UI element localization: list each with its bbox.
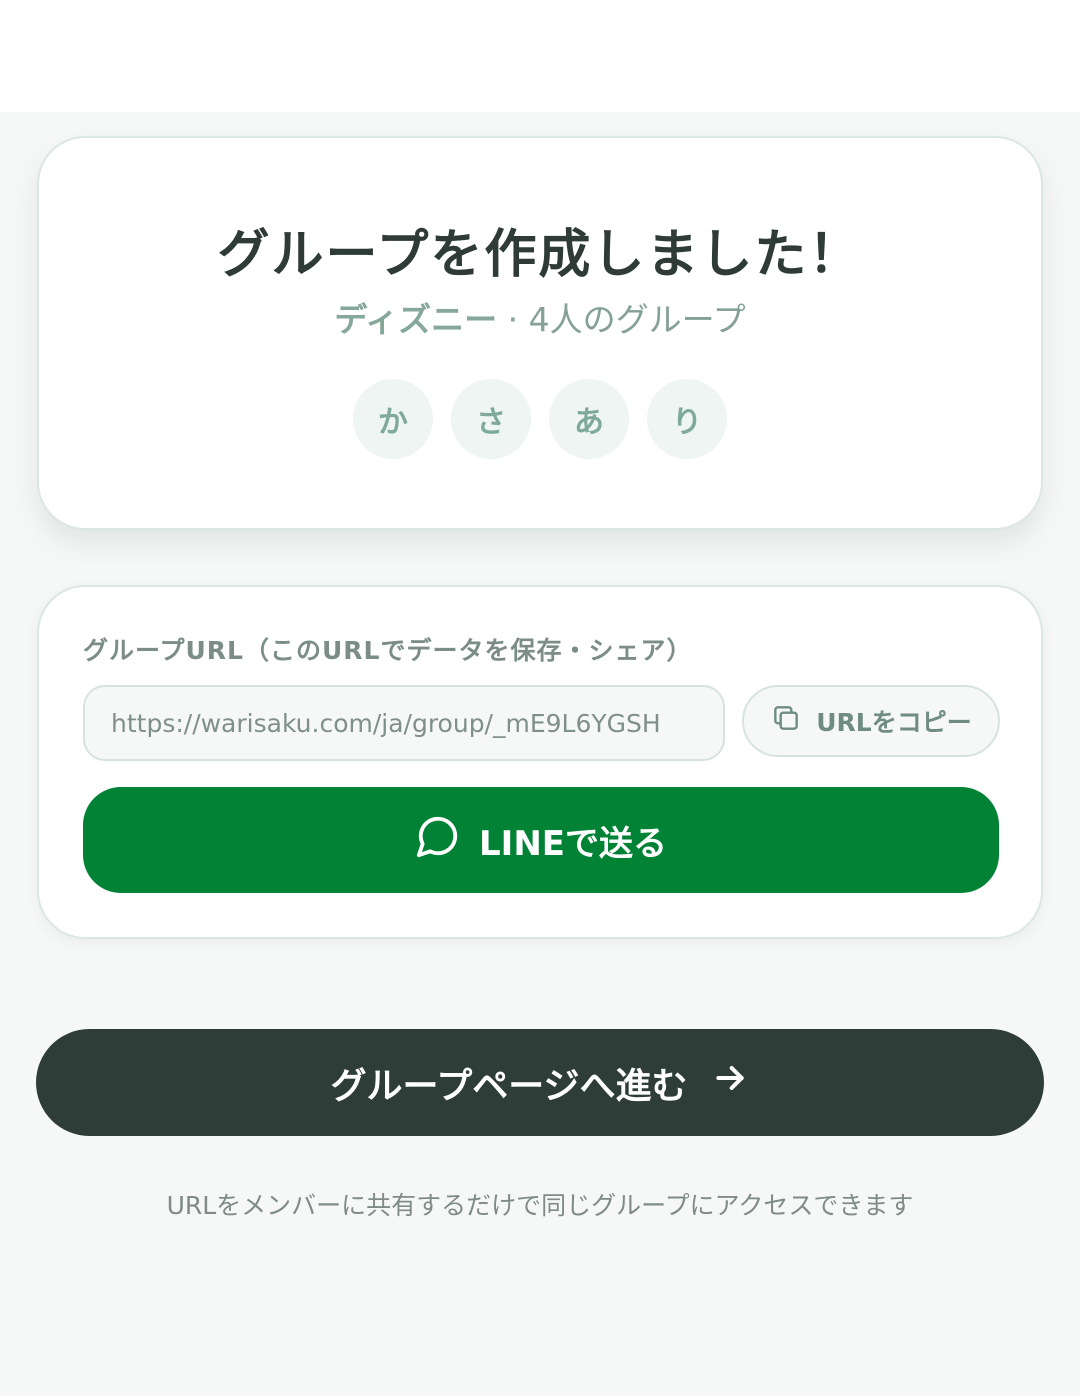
group-url-field[interactable] [83, 685, 725, 761]
share-hint: URLをメンバーに共有するだけで同じグループにアクセスできます [166, 1191, 914, 1220]
group-created-card: グループを作成しました！ ディズニー · 4人のグループ か さ あ り [37, 136, 1043, 530]
copy-url-label: URLをコピー [816, 708, 972, 737]
member-avatar: か [353, 379, 433, 459]
share-card: グループURL（このURLでデータを保存・シェア） URLをコピー LINEで送… [37, 585, 1043, 939]
member-avatars: か さ あ り [39, 379, 1041, 459]
group-url-label: グループURL（このURLでデータを保存・シェア） [83, 636, 693, 665]
arrow-right-icon [710, 1058, 750, 1107]
member-summary: 4人のグループ [528, 300, 746, 339]
member-avatar: あ [549, 379, 629, 459]
chat-bubble-icon [415, 813, 461, 868]
page-title: グループを作成しました！ [217, 225, 863, 285]
copy-url-button[interactable]: URLをコピー [742, 685, 1000, 757]
top-bar [0, 0, 1080, 112]
go-to-group-button[interactable]: グループページへ進む [36, 1029, 1044, 1136]
send-line-label: LINEで送る [479, 823, 667, 864]
subtitle-separator: · [507, 300, 519, 339]
copy-icon [770, 702, 802, 740]
group-subtitle: ディズニー · 4人のグループ [39, 293, 1041, 341]
member-avatar: り [647, 379, 727, 459]
go-to-group-label: グループページへ進む [330, 1065, 688, 1107]
send-line-button[interactable]: LINEで送る [83, 787, 999, 893]
member-avatar: さ [451, 379, 531, 459]
group-name: ディズニー [334, 300, 498, 339]
